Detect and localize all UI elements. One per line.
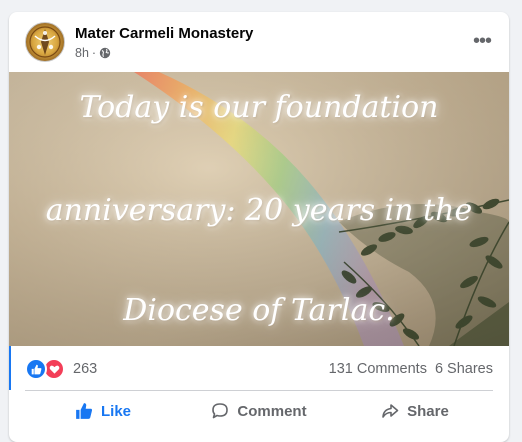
share-label: Share [407, 402, 449, 420]
post-timestamp[interactable]: 8h [75, 46, 89, 60]
image-text-line-1: Today is our foundation [79, 90, 439, 125]
image-text-line-2: anniversary: 20 years in the [45, 193, 473, 228]
image-text-line-3: Diocese of Tarlac. [123, 293, 395, 328]
more-options-button[interactable]: ••• [467, 28, 497, 54]
comment-label: Comment [237, 402, 307, 420]
reactions-summary[interactable]: 263 [25, 358, 97, 380]
comment-icon [211, 402, 229, 420]
like-icon [25, 358, 47, 380]
post-header: Mater Carmeli Monastery 8h · ••• [9, 12, 509, 72]
comments-count-link[interactable]: 131 Comments [329, 361, 427, 377]
like-button[interactable]: Like [25, 394, 181, 428]
actions-divider [25, 390, 493, 391]
post-meta: 8h · [75, 46, 111, 60]
post-actions: Like Comment Share [25, 394, 493, 428]
meta-separator: · [91, 46, 97, 60]
post-card: Mater Carmeli Monastery 8h · ••• Today i… [9, 12, 509, 442]
share-button[interactable]: Share [337, 394, 493, 428]
globe-icon [99, 47, 111, 59]
thumbs-up-icon [75, 402, 93, 420]
post-stats-bar: 263 131 Comments 6 Shares [9, 346, 509, 390]
like-label: Like [100, 402, 131, 420]
page-name-link[interactable]: Mater Carmeli Monastery [75, 25, 253, 42]
share-arrow-icon [381, 402, 399, 420]
page-avatar[interactable] [25, 22, 65, 62]
reaction-count: 263 [73, 361, 98, 377]
shares-count-link[interactable]: 6 Shares [435, 361, 493, 377]
post-image[interactable]: Today is our foundation anniversary: 20 … [9, 72, 509, 346]
comment-button[interactable]: Comment [181, 394, 337, 428]
